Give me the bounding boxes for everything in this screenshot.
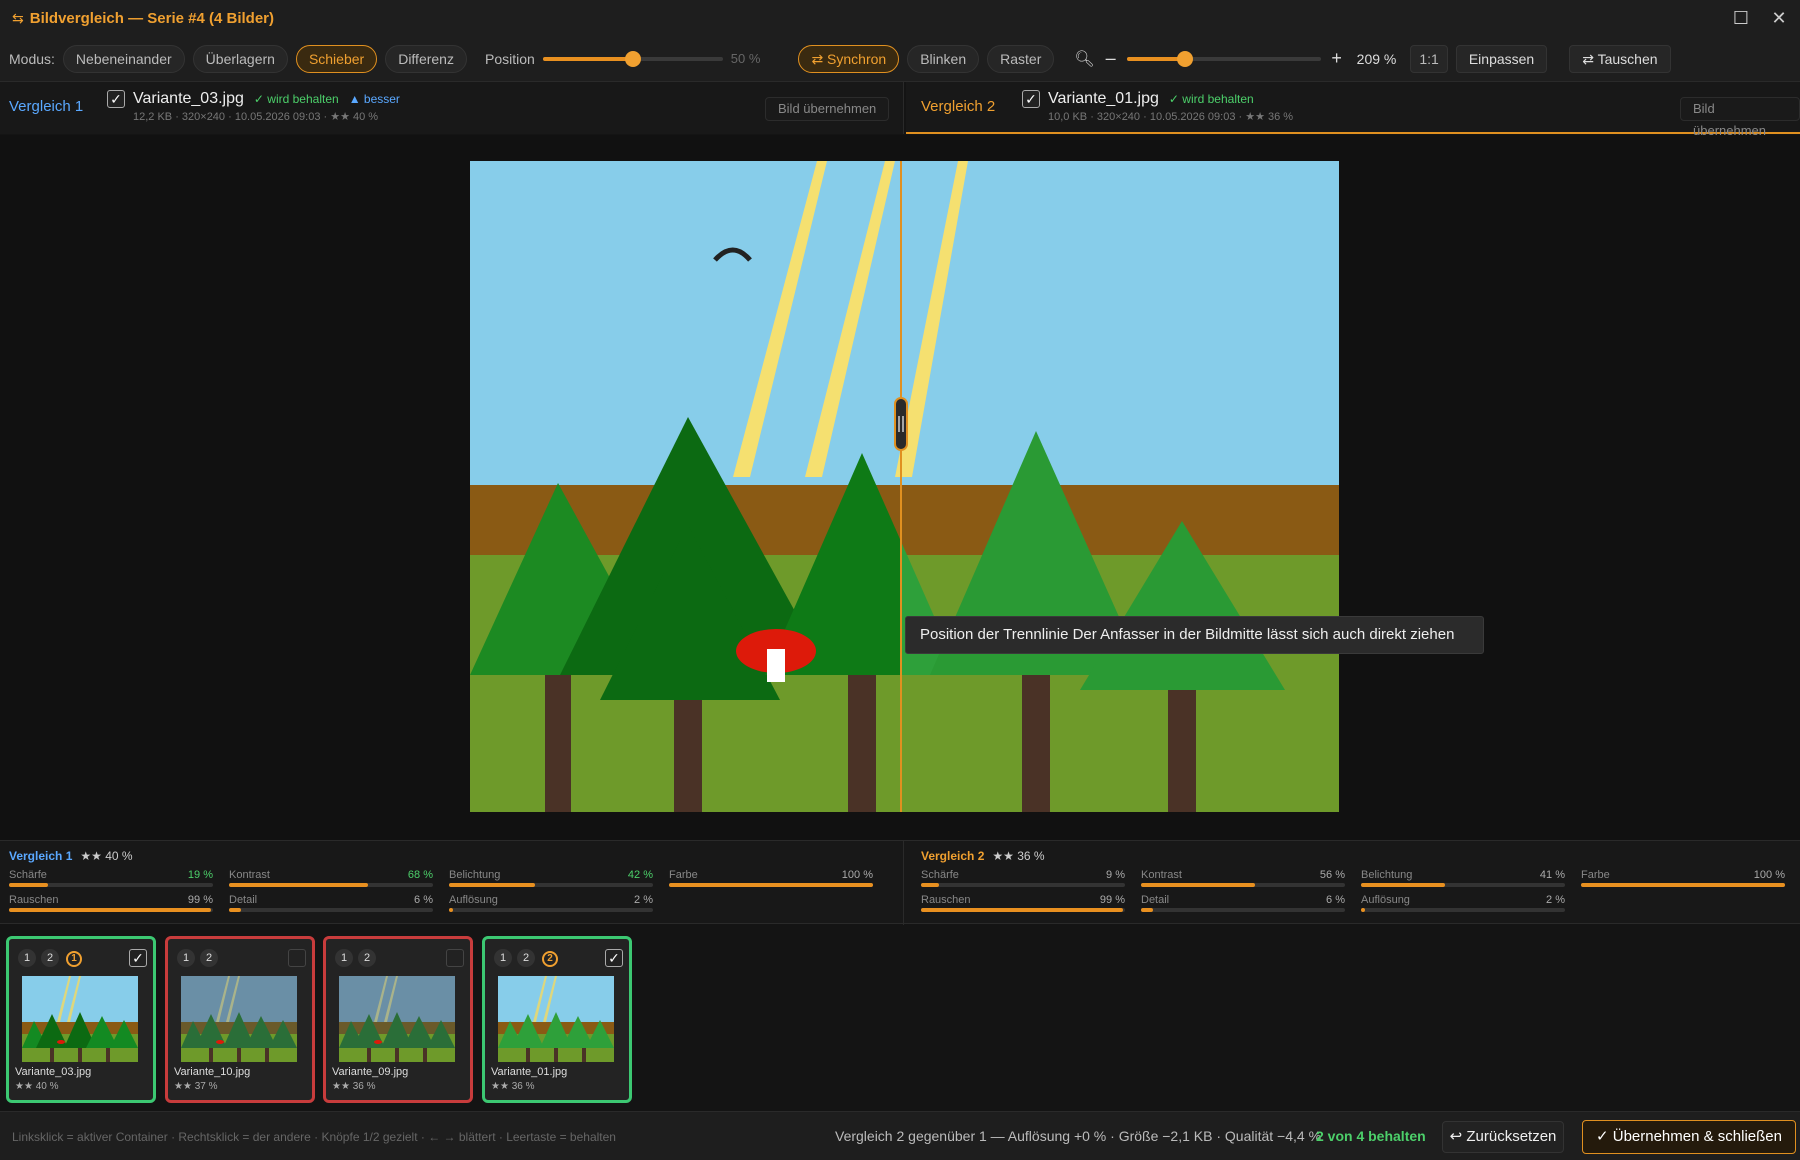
compare-slot-badge: 1: [66, 951, 82, 967]
metric-schärfe: Schärfe 19 %: [9, 869, 213, 891]
metric-auflösung: Auflösung 2 %: [1361, 894, 1565, 916]
reset-button[interactable]: ↩ Zurücksetzen: [1442, 1121, 1564, 1153]
thumb-filename: Variante_01.jpg: [491, 1066, 568, 1078]
compare2-header[interactable]: Vergleich 2 ✓ Variante_01.jpg ✓ wird beha…: [906, 82, 1800, 138]
thumb-slot1-button[interactable]: 1: [177, 949, 195, 967]
mode-side-by-side-button[interactable]: Nebeneinander: [62, 44, 185, 73]
thumbnail-2[interactable]: 1 2 Variante_10.jpg ★★ 37 %: [165, 936, 315, 1103]
thumb-keep-checkbox[interactable]: ✓: [605, 949, 623, 967]
compare1-keep-badge: ✓ wird behalten: [253, 92, 339, 106]
thumb-slot1-button[interactable]: 1: [494, 949, 512, 967]
title-bar: ⇆ Bildvergleich — Serie #4 (4 Bilder) ☐ …: [0, 0, 1800, 36]
thumb-slot2-button[interactable]: 2: [517, 949, 535, 967]
kept-count: 2 von 4 behalten: [1316, 1128, 1426, 1144]
thumb-slot2-button[interactable]: 2: [200, 949, 218, 967]
metric-kontrast: Kontrast 56 %: [1141, 869, 1345, 891]
comparison-image[interactable]: [0, 135, 1800, 840]
grid-button[interactable]: Raster: [987, 44, 1055, 73]
metric-belichtung: Belichtung 41 %: [1361, 869, 1565, 891]
keyboard-hint: Linksklick = aktiver Container · Rechtsk…: [12, 1130, 616, 1144]
swap-icon: ⇆: [12, 9, 24, 26]
compare1-filename: Variante_03.jpg ✓ wird behalten ▲ besser: [133, 90, 400, 107]
position-label: Position: [484, 50, 535, 67]
thumb-keep-checkbox[interactable]: [288, 949, 306, 967]
maximize-icon[interactable]: ☐: [1728, 6, 1754, 30]
mode-label: Modus:: [9, 50, 55, 67]
metric-kontrast: Kontrast 68 %: [229, 869, 433, 891]
position-slider[interactable]: [542, 49, 723, 69]
zoom-slider[interactable]: [1126, 49, 1321, 69]
thumbnail-4[interactable]: 1 2 2 ✓ Variante_01.jpg ★★ 36 %: [482, 936, 632, 1103]
compare1-take-button[interactable]: Bild übernehmen: [765, 97, 890, 121]
compare2-tag: Vergleich 2: [921, 98, 996, 115]
thumb-slot1-button[interactable]: 1: [335, 949, 353, 967]
thumb-keep-checkbox[interactable]: [446, 949, 464, 967]
zoom-slider-knob[interactable]: [1176, 50, 1193, 67]
window-title: Bildvergleich — Serie #4 (4 Bilder): [29, 9, 274, 27]
apply-close-button[interactable]: ✓ Übernehmen & schließen: [1582, 1120, 1796, 1154]
toolbar: Modus: Nebeneinander Überlagern Schieber…: [0, 36, 1800, 82]
metrics2-header: Vergleich 2 ★★ 36 %: [921, 849, 1045, 863]
compare1-tag: Vergleich 1: [9, 98, 84, 115]
zoom-icon: 🔍︎: [1074, 50, 1095, 68]
sync-button[interactable]: ⇄ Synchron: [798, 44, 900, 73]
position-value: 50 %: [730, 51, 761, 66]
thumb-slot2-button[interactable]: 2: [41, 949, 59, 967]
one-to-one-button[interactable]: 1:1: [1410, 44, 1448, 73]
thumb-filename: Variante_09.jpg: [332, 1066, 409, 1078]
thumb-slot2-button[interactable]: 2: [358, 949, 376, 967]
metrics-compare1: Vergleich 1 ★★ 40 % Schärfe 19 % Kontrast 68…: [0, 841, 904, 925]
mode-overlay-button[interactable]: Überlagern: [192, 44, 288, 73]
compare1-better-badge: ▲ besser: [348, 92, 400, 106]
thumb-rating: ★★ 40 %: [15, 1081, 59, 1092]
metric-detail: Detail 6 %: [229, 894, 433, 916]
position-slider-knob[interactable]: [624, 50, 641, 67]
metrics1-header: Vergleich 1 ★★ 40 %: [9, 849, 133, 863]
metrics-compare2: Vergleich 2 ★★ 36 % Schärfe 9 % Kontrast 56 …: [906, 841, 1800, 925]
compare1-header[interactable]: Vergleich 1 ✓ Variante_03.jpg ✓ wird beha…: [0, 82, 904, 134]
status-bar: Linksklick = aktiver Container · Rechtsk…: [0, 1111, 1800, 1160]
compare1-keep-checkbox[interactable]: ✓: [107, 90, 125, 108]
close-icon[interactable]: ✕: [1766, 6, 1792, 30]
compare2-filename: Variante_01.jpg ✓ wird behalten: [1048, 90, 1254, 107]
thumb-slot1-button[interactable]: 1: [18, 949, 36, 967]
zoom-in-button[interactable]: +: [1329, 48, 1345, 69]
thumbnail-3[interactable]: 1 2 Variante_09.jpg ★★ 36 %: [323, 936, 473, 1103]
compare2-meta: 10,0 KB · 320×240 · 10.05.2026 09:03 · ★…: [1048, 111, 1294, 123]
mode-difference-button[interactable]: Differenz: [385, 44, 467, 73]
metric-belichtung: Belichtung 42 %: [449, 869, 653, 891]
thumbnail-strip: 1 2 1 ✓ Variante_03.jpg ★★ 40 % 1 2 Variante_10.…: [0, 925, 1800, 1111]
mode-slider-button[interactable]: Schieber: [295, 44, 378, 73]
thumbnail-1[interactable]: 1 2 1 ✓ Variante_03.jpg ★★ 40 %: [6, 936, 156, 1103]
comparison-summary: Vergleich 2 gegenüber 1 — Auflösung +0 %…: [835, 1128, 1322, 1144]
thumb-rating: ★★ 36 %: [332, 1081, 376, 1092]
position-slider-fill: [542, 56, 633, 61]
thumb-rating: ★★ 37 %: [174, 1081, 218, 1092]
zoom-value: 209 %: [1356, 50, 1397, 67]
blink-button[interactable]: Blinken: [907, 44, 980, 73]
split-handle[interactable]: [894, 397, 908, 451]
compare2-keep-checkbox[interactable]: ✓: [1022, 90, 1040, 108]
split-tooltip: Position der Trennlinie Der Anfasser in …: [905, 616, 1484, 654]
thumb-filename: Variante_10.jpg: [174, 1066, 251, 1078]
metrics-panel: Vergleich 1 ★★ 40 % Schärfe 19 % Kontrast 68…: [0, 840, 1800, 925]
metric-farbe: Farbe 100 %: [1581, 869, 1785, 891]
compare1-meta: 12,2 KB · 320×240 · 10.05.2026 09:03 · ★…: [133, 111, 379, 123]
metric-auflösung: Auflösung 2 %: [449, 894, 653, 916]
compare-slot-badge: 2: [542, 951, 558, 967]
thumb-rating: ★★ 36 %: [491, 1081, 535, 1092]
zoom-out-button[interactable]: –: [1103, 48, 1119, 69]
metric-schärfe: Schärfe 9 %: [921, 869, 1125, 891]
metric-rauschen: Rauschen 99 %: [9, 894, 213, 916]
metric-rauschen: Rauschen 99 %: [921, 894, 1125, 916]
fit-button[interactable]: Einpassen: [1455, 44, 1548, 73]
metric-detail: Detail 6 %: [1141, 894, 1345, 916]
thumb-keep-checkbox[interactable]: ✓: [129, 949, 147, 967]
metric-farbe: Farbe 100 %: [669, 869, 873, 891]
image-viewer[interactable]: Position der Trennlinie Der Anfasser in …: [0, 135, 1800, 840]
thumb-filename: Variante_03.jpg: [15, 1066, 92, 1078]
swap-button[interactable]: ⇄ Tauschen: [1569, 44, 1671, 73]
compare2-keep-badge: ✓ wird behalten: [1168, 92, 1254, 106]
compare2-take-button[interactable]: Bild übernehmen: [1680, 97, 1800, 138]
